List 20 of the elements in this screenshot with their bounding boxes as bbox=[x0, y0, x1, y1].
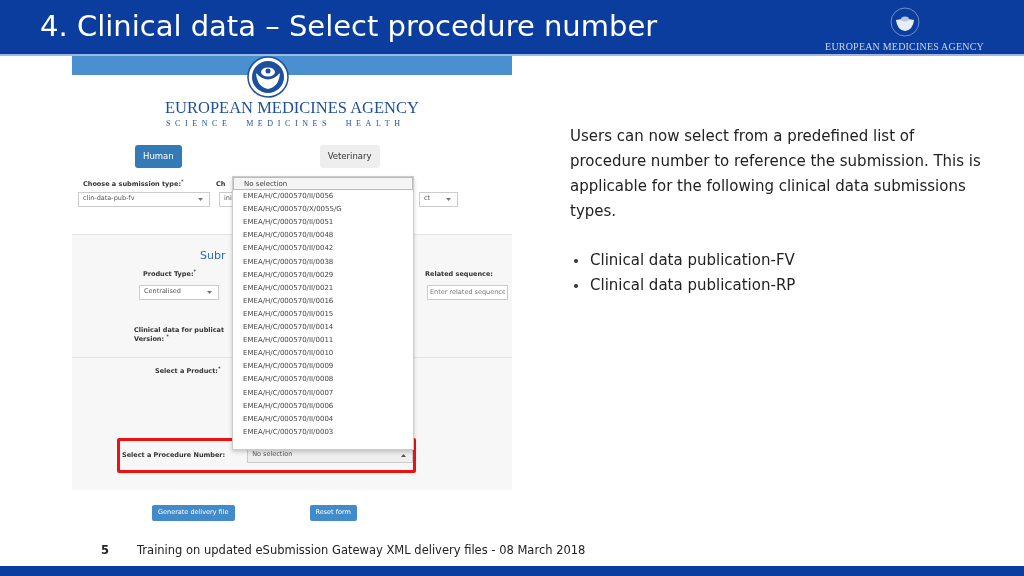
tab[interactable]: Veterinary bbox=[319, 144, 380, 168]
ema-logo-icon bbox=[247, 56, 289, 98]
caret-icon bbox=[446, 197, 451, 201]
bullet-item: Clinical data publication-RP bbox=[590, 275, 796, 296]
footer-text: Training on updated eSubmission Gateway XML delivery files - 08 March 2018 bbox=[137, 542, 586, 560]
bullet-icon bbox=[574, 283, 578, 288]
caret-icon bbox=[198, 197, 203, 201]
section-heading: Subr bbox=[200, 247, 226, 263]
description-text: Users can now select from a predefined list of procedure number to reference the submission. This is applicable for the following clinical data submissions types. bbox=[570, 127, 981, 220]
slide-title: 4. Clinical data – Select procedure number bbox=[39, 8, 658, 46]
brand-name: EUROPEAN MEDICINES AGENCY bbox=[165, 100, 419, 116]
bullet-item: Clinical data publication-FV bbox=[590, 250, 795, 271]
logo-text: EUROPEAN MEDICINES AGENCY bbox=[825, 39, 984, 54]
caret-icon bbox=[207, 290, 212, 294]
brand-tagline: SCIENCE MEDICINES HEALTH bbox=[166, 118, 405, 129]
tab[interactable]: Human bbox=[135, 144, 182, 168]
page-number: 5 bbox=[101, 542, 109, 560]
caret-icon bbox=[401, 453, 406, 457]
logo-icon bbox=[889, 6, 920, 37]
bullet-icon bbox=[574, 258, 578, 263]
